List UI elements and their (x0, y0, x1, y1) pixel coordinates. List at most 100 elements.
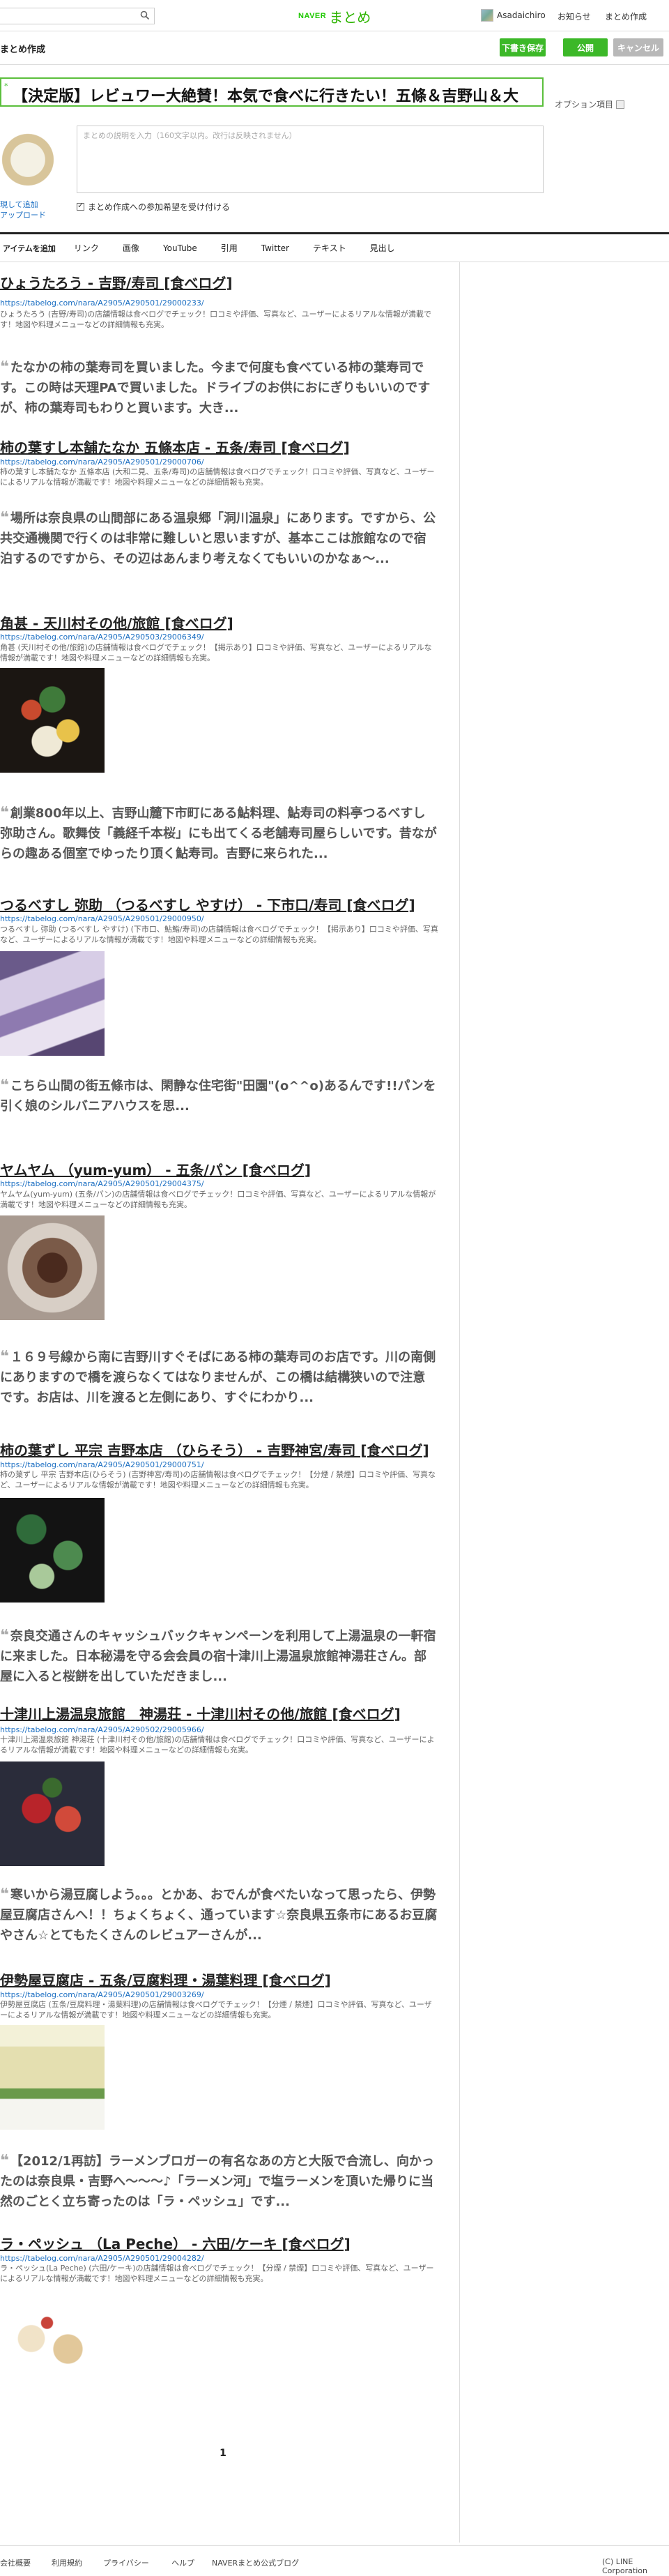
participation-label: まとめ作成への参加希望を受け付ける (88, 202, 231, 212)
link-item-title[interactable]: 十津川上湯温泉旅館 神湯荘 - 十津川村その他/旅館 [食べログ] (0, 1703, 401, 1723)
logo-naver-text: NAVER (298, 12, 327, 20)
link-item-description: ひょうたろう (吉野/寿司)の店舗情報は食べログでチェック！口コミや評価、写真な… (0, 310, 431, 329)
link-item-title[interactable]: つるべすし 弥助 （つるべすし やすけ） - 下市口/寿司 [食べログ] (0, 894, 415, 914)
quote-text: 創業800年以上、吉野山麓下市町にある鮎料理、鮎寿司の料亭つるべすし弥助さん。歌… (0, 806, 437, 861)
quote-icon: ❝ (0, 804, 9, 821)
add-heading-button[interactable]: 見出し (370, 242, 395, 254)
link-item-description: 伊勢屋豆腐店 (五条/豆腐料理・湯葉料理)の店舗情報は食べログでチェック！【分煙… (0, 2000, 432, 2020)
link-item-url[interactable]: https://tabelog.com/nara/A2905/A290501/2… (0, 914, 204, 923)
top-bar: NAVER まとめ Asadaichiro お知らせ まとめ作成 (0, 0, 669, 31)
footer-link-privacy[interactable]: プライバシー (103, 2557, 149, 2568)
food-photo[interactable] (0, 2025, 105, 2130)
quote-icon: ❝ (0, 358, 9, 376)
quote-item: ❝ １６９号線から南に吉野川すぐそばにある柿の葉寿司のお店です。川の南側にあります… (0, 1347, 438, 1408)
link-item-url[interactable]: https://tabelog.com/nara/A2905/A290501/2… (0, 2254, 204, 2263)
thumbnail-add-link[interactable]: 現して追加 (0, 199, 46, 210)
link-item-title[interactable]: 柿の葉ずし 平宗 吉野本店 （ひらそう） - 吉野神宮/寿司 [食べログ] (0, 1439, 429, 1460)
naver-matome-logo[interactable]: NAVER まとめ (298, 8, 371, 26)
quote-item: ❝ 【2012/1再訪】ラーメンブロガーの有名なあの方と大阪で合流し、向かったのは… (0, 2151, 438, 2212)
title-input[interactable]: * 【決定版】レビュワー大絶賛！本気で食べに行きたい！五條＆吉野山＆大 (0, 77, 544, 107)
quote-text: 場所は奈良県の山間部にある温泉郷「洞川温泉」にあります。ですから、公共交通機関で… (0, 511, 436, 566)
quote-text: 奈良交通さんのキャッシュバックキャンペーンを利用して上湯温泉の一軒宿に来ました。… (0, 1629, 436, 1684)
link-item-title[interactable]: ラ・ペッシュ （La Peche） - 六田/ケーキ [食べログ] (0, 2233, 351, 2253)
thumbnail-upload-link[interactable]: アップロード (0, 210, 46, 220)
save-draft-button[interactable]: 下書き保存 (500, 38, 546, 56)
logo-matome-text: まとめ (329, 8, 371, 26)
item-toolbar: アイテムを追加 リンク 画像 YouTube 引用 Twitter テキスト 見… (0, 232, 669, 262)
publish-button[interactable]: 公開 (563, 38, 608, 56)
option-toggle-icon (616, 100, 625, 109)
link-item-title[interactable]: ヤムヤム （yum-yum） - 五条/パン [食べログ] (0, 1159, 311, 1179)
link-item-url[interactable]: https://tabelog.com/nara/A2905/A290501/2… (0, 1460, 204, 1469)
page-title: まとめ作成 (0, 45, 46, 55)
quote-text: たなかの柿の葉寿司を買いました。今まで何度も食べている柿の葉寿司です。この時は天… (0, 361, 431, 416)
quote-item: ❝ たなかの柿の葉寿司を買いました。今まで何度も食べている柿の葉寿司です。この時は… (0, 357, 438, 418)
description-textarea[interactable]: まとめの説明を入力（160文字以内。改行は反映されません） (77, 126, 544, 193)
link-item-description: ラ・ペッシュ(La Peche) (六田/ケーキ)の店舗情報は食べログでチェック… (0, 2264, 434, 2283)
add-image-button[interactable]: 画像 (123, 242, 139, 254)
search-input[interactable] (0, 8, 155, 24)
link-item-description: 柿の葉すし本舗たなか 五條本店 (大和二見、五条/寿司)の店舗情報は食べログでチ… (0, 467, 435, 487)
quote-text: 【2012/1再訪】ラーメンブロガーの有名なあの方と大阪で合流し、向かったのは奈… (0, 2154, 434, 2209)
link-item-description: 柿の葉ずし 平宗 吉野本店(ひらそう) (吉野神宮/寿司)の店舗情報は食べログで… (0, 1470, 436, 1490)
add-twitter-button[interactable]: Twitter (261, 243, 289, 253)
participation-checkbox[interactable]: まとめ作成への参加希望を受け付ける (77, 201, 230, 213)
link-item-title[interactable]: ひょうたろう - 吉野/寿司 [食べログ] (0, 272, 233, 292)
cancel-button[interactable]: キャンセル (613, 38, 663, 56)
checkbox-icon[interactable] (77, 201, 84, 211)
search-icon[interactable] (140, 10, 150, 20)
food-photo[interactable] (0, 2291, 105, 2396)
footer-link-terms[interactable]: 利用規約 (52, 2557, 82, 2568)
food-photo[interactable] (0, 1761, 105, 1866)
quote-item: ❝ 場所は奈良県の山間部にある温泉郷「洞川温泉」にあります。ですから、公共交通機関… (0, 508, 438, 569)
footer-link-blog[interactable]: NAVERまとめ公式ブログ (212, 2557, 299, 2568)
link-item-description: ヤムヤム(yum-yum) (五条/パン)の店舗情報は食べログでチェック！口コミ… (0, 1190, 436, 1209)
footer-link-company[interactable]: 会社概要 (0, 2557, 31, 2568)
username: Asadaichiro (497, 10, 546, 20)
footer-copyright: (C) LINE Corporation (602, 2557, 647, 2575)
link-item-url[interactable]: https://tabelog.com/nara/A2905/A290501/2… (0, 1179, 204, 1188)
link-item-title[interactable]: 伊勢屋豆腐店 - 五条/豆腐料理・湯葉料理 [食べログ] (0, 1969, 331, 1990)
link-item-description: 角甚 (天川村その他/旅館)の店舗情報は食べログでチェック！【掲示あり】口コミや… (0, 643, 432, 662)
option-items-link[interactable]: オプション項目 (555, 98, 625, 110)
link-item-title[interactable]: 角甚 - 天川村その他/旅館 [食べログ] (0, 612, 233, 632)
link-item-description: 十津川上湯温泉旅館 神湯荘 (十津川村その他/旅館)の店舗情報は食べログでチェッ… (0, 1735, 435, 1755)
nav-notifications[interactable]: お知らせ (558, 10, 591, 22)
quote-item: ❝ 創業800年以上、吉野山麓下市町にある鮎料理、鮎寿司の料亭つるべすし弥助さん。… (0, 803, 438, 864)
option-items-label: オプション項目 (555, 100, 614, 109)
quote-icon: ❝ (0, 1077, 9, 1094)
food-photo[interactable] (0, 1215, 105, 1320)
title-input-value: 【決定版】レビュワー大絶賛！本気で食べに行きたい！五條＆吉野山＆大 (13, 88, 519, 105)
link-item-url[interactable]: https://tabelog.com/nara/A2905/A290501/2… (0, 1990, 204, 1999)
link-item-title[interactable]: 柿の葉すし本舗たなか 五條本店 - 五条/寿司 [食べログ] (0, 437, 350, 457)
link-item-url[interactable]: https://tabelog.com/nara/A2905/A290503/2… (0, 632, 204, 642)
link-item-url[interactable]: https://tabelog.com/nara/A2905/A290501/2… (0, 457, 204, 467)
pagination-current[interactable]: 1 (0, 2448, 446, 2459)
description-placeholder: まとめの説明を入力（160文字以内。改行は反映されません） (83, 131, 297, 140)
quote-icon: ❝ (0, 1348, 9, 1365)
quote-icon: ❝ (0, 1627, 9, 1644)
thumbnail-image[interactable] (0, 128, 70, 198)
food-photo[interactable] (0, 668, 105, 773)
food-photo[interactable] (0, 951, 105, 1056)
item-toolbar-label: アイテムを追加 (3, 243, 56, 253)
footer-link-help[interactable]: ヘルプ (171, 2557, 194, 2568)
quote-text: こちら山間の街五條市は、閑静な住宅街"田園"(o^^o)あるんです!!パンを引く… (0, 1079, 436, 1114)
required-mark: * (4, 82, 8, 91)
user-menu[interactable]: Asadaichiro (481, 9, 546, 22)
link-item-url[interactable]: https://tabelog.com/nara/A2905/A290502/2… (0, 1725, 204, 1734)
footer: 会社概要 利用規約 プライバシー ヘルプ NAVERまとめ公式ブログ (C) L… (0, 2545, 669, 2576)
link-item-description: つるべすし 弥助 (つるべすし やすけ) (下市口、鮎鮨/寿司)の店舗情報は食べ… (0, 925, 438, 944)
food-photo[interactable] (0, 1498, 105, 1603)
add-link-button[interactable]: リンク (74, 242, 99, 254)
thumbnail-actions: 現して追加 アップロード (0, 199, 46, 220)
add-text-button[interactable]: テキスト (313, 242, 346, 254)
quote-item: ❝ 寒いから湯豆腐しよう。。。とかあ、おでんが食べたいなって思ったら、伊勢屋豆腐店… (0, 1884, 438, 1946)
nav-create-matome[interactable]: まとめ作成 (605, 10, 647, 22)
quote-icon: ❝ (0, 2152, 9, 2169)
avatar (481, 9, 493, 22)
quote-text: 寒いから湯豆腐しよう。。。とかあ、おでんが食べたいなって思ったら、伊勢屋豆腐店さ… (0, 1888, 438, 1943)
link-item-url[interactable]: https://tabelog.com/nara/A2905/A290501/2… (0, 298, 204, 308)
add-youtube-button[interactable]: YouTube (163, 243, 197, 253)
add-quote-button[interactable]: 引用 (221, 242, 238, 254)
